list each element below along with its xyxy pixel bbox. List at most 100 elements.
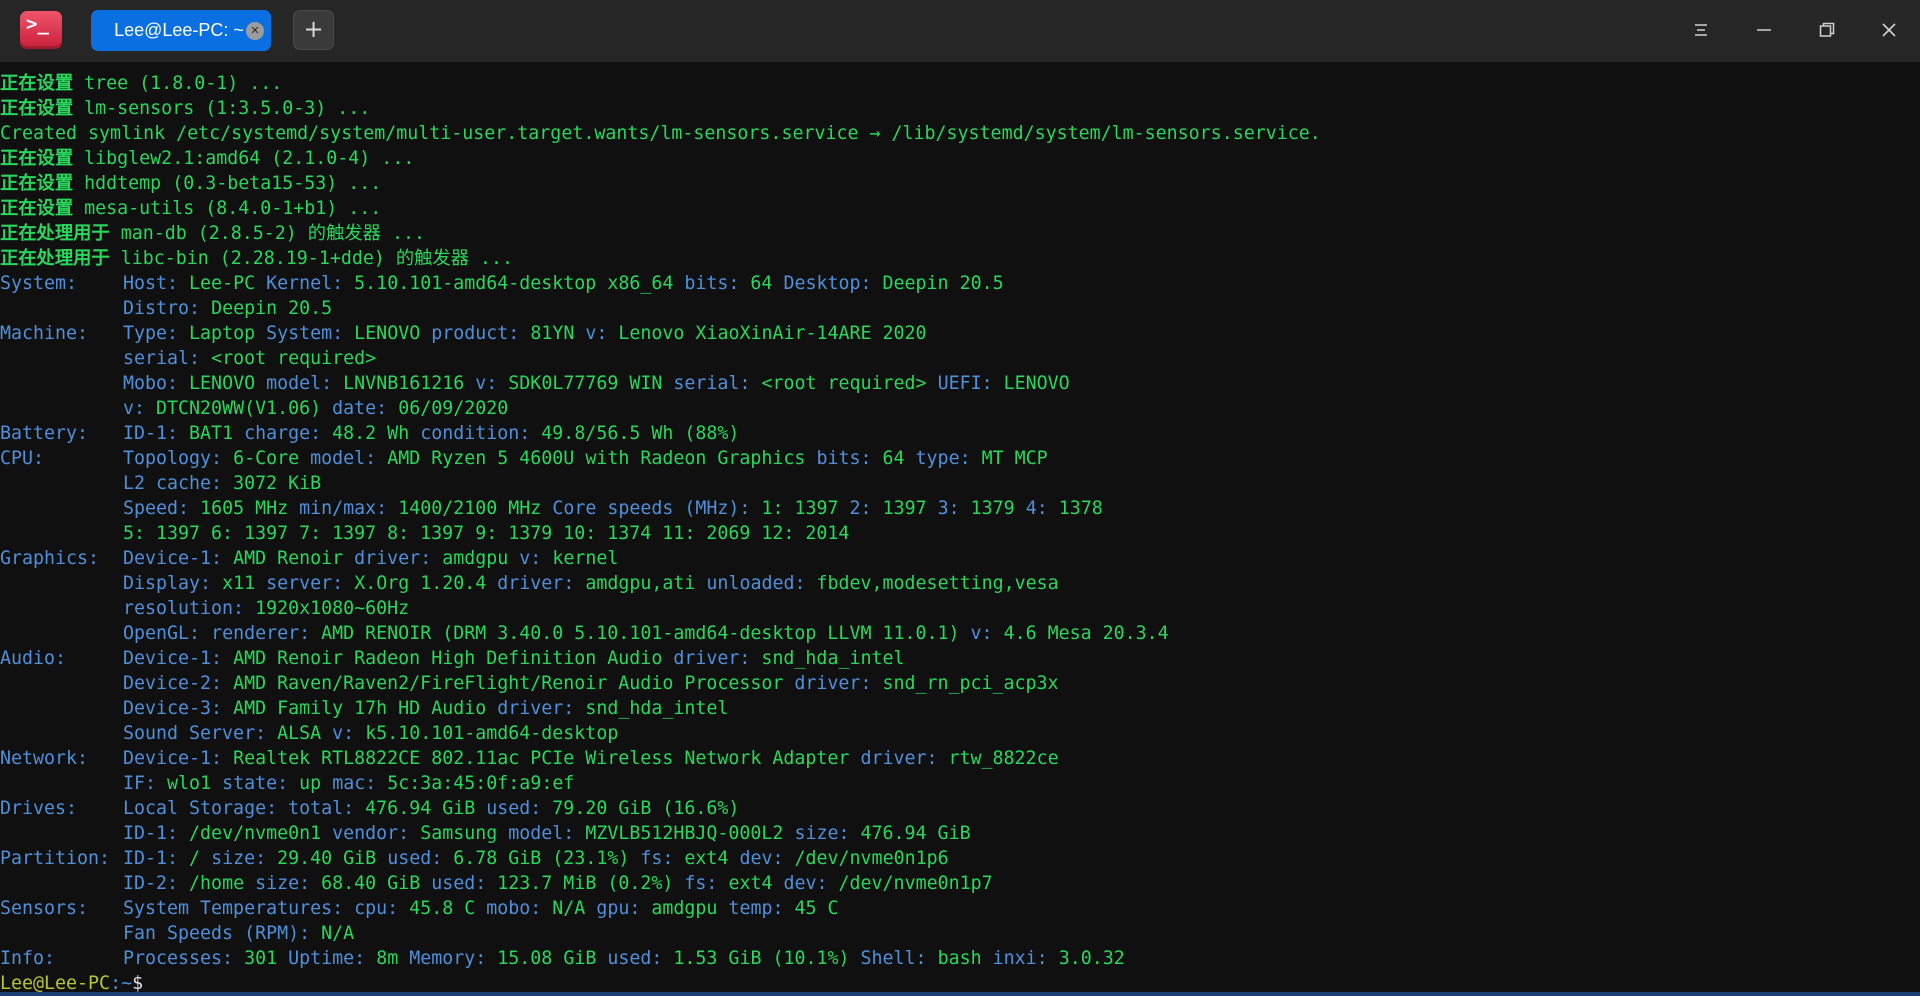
inxi-value: 5.10.101-amd64-desktop x86_64 (354, 273, 674, 294)
log-prefix: 正在设置 (0, 98, 85, 119)
inxi-value: X.Org 1.20.4 (354, 573, 487, 594)
inxi-line: Drives: Local Storage: total: 476.94 GiB … (0, 796, 1920, 821)
inxi-value: 1.53 GiB (10.1%) (673, 948, 850, 969)
inxi-value: Samsung (420, 823, 498, 844)
inxi-line: L2 cache: 3072 KiB (0, 471, 1920, 496)
terminal-app-icon-glyph: >_ (26, 13, 49, 35)
log-prefix: 正在处理用于 (0, 223, 121, 244)
inxi-key: 2: (849, 498, 872, 519)
inxi-value: Deepin 20.5 (211, 298, 333, 319)
inxi-key: bits: (816, 448, 872, 469)
log-text: mesa-utils (8.4.0-1+b1) ... (84, 198, 382, 219)
add-tab-button[interactable]: + (293, 10, 334, 50)
title-bar: >_ Lee@Lee-PC: ~ ✕ + (0, 0, 1920, 62)
log-text: hddtemp (0.3-beta15-53) ... (84, 173, 382, 194)
inxi-content: Device-2: AMD Raven/Raven2/FireFlight/Re… (123, 671, 1059, 696)
inxi-key: Memory: (409, 948, 487, 969)
inxi-value: DTCN20WW(V1.06) (156, 398, 322, 419)
inxi-value: SDK0L77769 WIN (508, 373, 663, 394)
inxi-value: ALSA (277, 723, 322, 744)
inxi-content: Sound Server: ALSA v: k5.10.101-amd64-de… (123, 721, 618, 746)
inxi-line: Distro: Deepin 20.5 (0, 296, 1920, 321)
inxi-value: amdgpu (651, 898, 718, 919)
log-prefix: 正在设置 (0, 148, 85, 169)
inxi-value: 45.8 C (409, 898, 476, 919)
bottom-accent-bar (0, 992, 1920, 996)
install-log-line: 正在设置 tree (1.8.0-1) ... (0, 71, 282, 96)
inxi-key: product: (431, 323, 520, 344)
inxi-value: bash (937, 948, 982, 969)
restore-button[interactable] (1809, 12, 1845, 48)
inxi-key: fs: (684, 873, 718, 894)
inxi-section-label: Sensors: (0, 898, 89, 919)
inxi-key: Device-1: (123, 548, 223, 569)
inxi-section-label: Network: (0, 748, 89, 769)
inxi-value: 81YN (530, 323, 575, 344)
install-log-line: 正在处理用于 libc-bin (2.28.19-1+dde) 的触发器 ... (0, 246, 513, 271)
inxi-value: 1378 (1058, 498, 1103, 519)
inxi-value: 1397 (882, 498, 927, 519)
inxi-section-label: Partition: (0, 848, 111, 869)
inxi-value: AMD Renoir Radeon High Definition Audio (233, 648, 663, 669)
inxi-key: Core speeds (MHz): (552, 498, 751, 519)
inxi-key: resolution: (123, 598, 245, 619)
inxi-line: Partition: ID-1: / size: 29.40 GiB used: … (0, 846, 1920, 871)
inxi-line: serial: <root required> (0, 346, 1920, 371)
inxi-key: size: (794, 823, 850, 844)
terminal-output[interactable]: 正在设置 tree (1.8.0-1) ... 正在设置 lm-sensors (… (0, 62, 1920, 996)
inxi-line: System: Host: Lee-PC Kernel: 5.10.101-amd… (0, 271, 1920, 296)
inxi-value: AMD Raven/Raven2/FireFlight/Renoir Audio… (233, 673, 784, 694)
inxi-content: Fan Speeds (RPM): N/A (123, 921, 354, 946)
inxi-value: /dev/nvme0n1 (189, 823, 322, 844)
inxi-key: unloaded: (706, 573, 806, 594)
inxi-value: ext4 (684, 848, 729, 869)
inxi-key: used: (607, 948, 663, 969)
prompt-symbol: $ (132, 973, 144, 994)
inxi-key: type: (915, 448, 971, 469)
tab-close-icon[interactable]: ✕ (246, 22, 264, 40)
inxi-value: up (299, 773, 322, 794)
log-prefix: 正在设置 (0, 198, 85, 219)
install-log-line: 正在设置 hddtemp (0.3-beta15-53) ... (0, 171, 381, 196)
inxi-value: 8m (376, 948, 399, 969)
inxi-key: inxi: (992, 948, 1048, 969)
inxi-line: Device-2: AMD Raven/Raven2/FireFlight/Re… (0, 671, 1920, 696)
inxi-key: Speed: (123, 498, 190, 519)
inxi-key: mac: (332, 773, 377, 794)
inxi-line: Audio: Device-1: AMD Renoir Radeon High D… (0, 646, 1920, 671)
inxi-content: Topology: 6-Core model: AMD Ryzen 5 4600… (123, 446, 1048, 471)
inxi-key: System: (266, 323, 344, 344)
close-window-button[interactable] (1871, 12, 1907, 48)
install-log-line: 正在设置 mesa-utils (8.4.0-1+b1) ... (0, 196, 381, 221)
inxi-value: fbdev,modesetting,vesa (816, 573, 1059, 594)
inxi-value: snd_hda_intel (761, 648, 905, 669)
inxi-value: LENOVO (354, 323, 421, 344)
inxi-key: 3: (937, 498, 960, 519)
inxi-content: serial: <root required> (123, 346, 376, 371)
inxi-line: v: DTCN20WW(V1.06) date: 06/09/2020 (0, 396, 1920, 421)
inxi-section-label: Machine: (0, 323, 89, 344)
inxi-content: Mobo: LENOVO model: LNVNB161216 v: SDK0L… (123, 371, 1070, 396)
inxi-key: temp: (728, 898, 784, 919)
inxi-content: System Temperatures: cpu: 45.8 C mobo: N… (123, 896, 839, 921)
inxi-key: Topology: (123, 448, 223, 469)
inxi-value: k5.10.101-amd64-desktop (365, 723, 619, 744)
inxi-value: 476.94 GiB (860, 823, 971, 844)
inxi-value: amdgpu (442, 548, 509, 569)
menu-button[interactable] (1683, 12, 1719, 48)
log-text: tree (1.8.0-1) ... (84, 73, 283, 94)
inxi-value: AMD Ryzen 5 4600U with Radeon Graphics (387, 448, 806, 469)
inxi-line: resolution: 1920x1080~60Hz (0, 596, 1920, 621)
inxi-value: / (189, 848, 201, 869)
terminal-app-icon[interactable]: >_ (20, 11, 62, 49)
inxi-key: Fan Speeds (RPM): (123, 923, 311, 944)
inxi-key: ID-1: (123, 823, 179, 844)
inxi-key: condition: (420, 423, 531, 444)
minimize-button[interactable] (1746, 12, 1782, 48)
inxi-line: Fan Speeds (RPM): N/A (0, 921, 1920, 946)
tab-terminal-session[interactable]: Lee@Lee-PC: ~ ✕ (91, 10, 271, 51)
inxi-value: 1605 MHz (200, 498, 289, 519)
inxi-key: v: (332, 723, 355, 744)
inxi-value: 64 (882, 448, 905, 469)
inxi-value: LENOVO (1003, 373, 1070, 394)
